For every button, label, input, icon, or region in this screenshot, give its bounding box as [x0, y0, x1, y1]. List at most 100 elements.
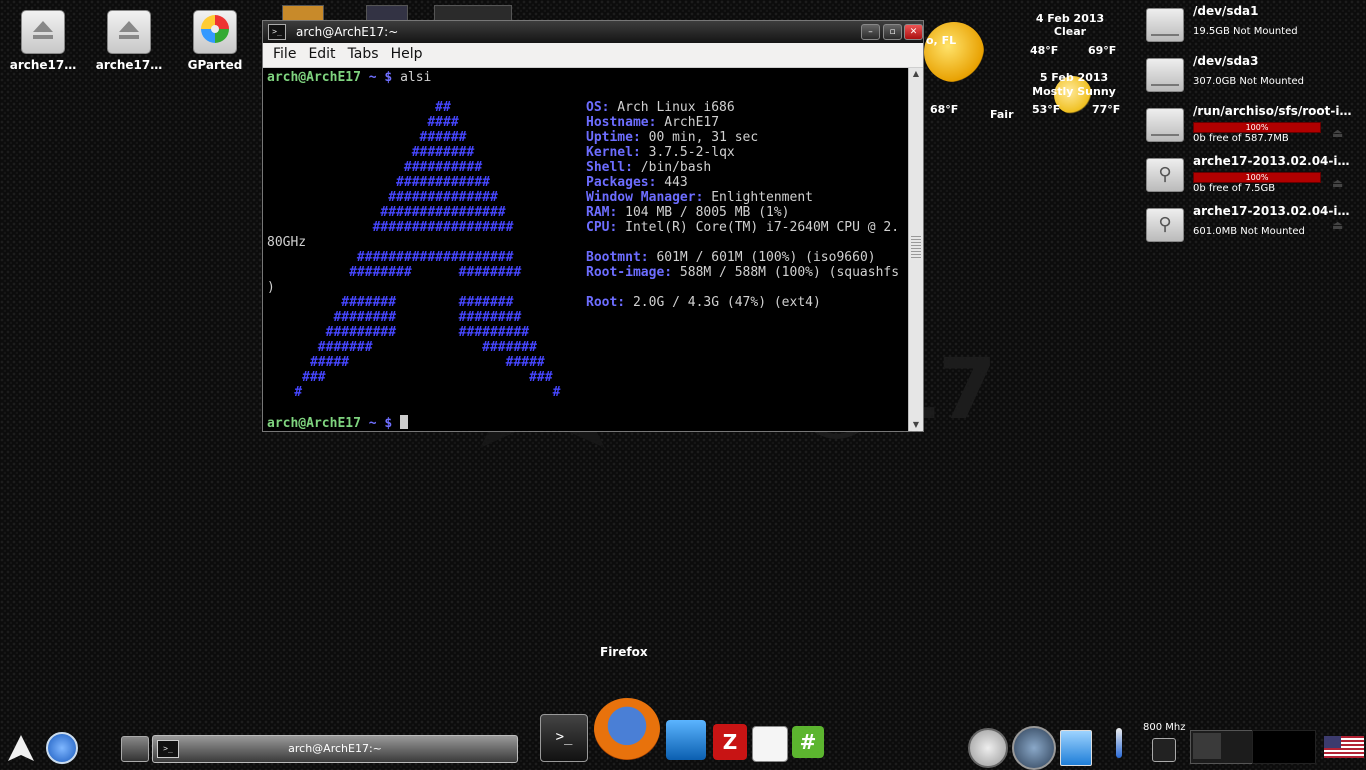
scroll-up-icon[interactable]: ▲	[909, 68, 923, 80]
weather-location: o, FL	[926, 34, 957, 47]
system-info-value: 104 MB / 8005 MB (1%)	[617, 205, 790, 220]
window-titlebar[interactable]: >_ arch@ArchE17:~ – ▫ ✕	[263, 21, 923, 43]
show-desktop-button[interactable]	[121, 736, 149, 762]
menu-file[interactable]: File	[263, 43, 302, 62]
enlightenment-icon[interactable]	[46, 732, 78, 764]
forecast-date: 4 Feb 2013	[1035, 12, 1105, 25]
system-info-value: 601M / 601M (100%) (iso9660)	[648, 250, 876, 265]
desktop-icon-arche17-2[interactable]: arche17…	[90, 10, 168, 72]
system-info-key: CPU:	[586, 220, 618, 235]
usb-icon: ⚲	[1146, 208, 1184, 242]
system-info-key: Root-image:	[586, 265, 673, 280]
system-info-line: Window Manager: Enlightenment	[586, 190, 813, 205]
system-info-value: Arch Linux i686	[609, 100, 735, 115]
command-line: arch@ArchE17 ~ $ alsi	[267, 70, 432, 85]
terminal-output[interactable]: arch@ArchE17 ~ $ alsi ## #### ###### ###…	[263, 68, 908, 431]
system-info-line: Bootmnt: 601M / 601M (100%) (iso9660)	[586, 250, 876, 265]
ascii-art-line: # #	[263, 385, 561, 400]
menu-help[interactable]: Help	[385, 43, 429, 62]
desktop-icon-gparted[interactable]: GParted	[176, 10, 254, 72]
device-info: 0b free of 587.7MB	[1193, 133, 1289, 144]
device-item[interactable]: /run/archiso/sfs/root-i… 100% 0b free of…	[1146, 104, 1356, 150]
device-name: arche17-2013.02.04-i…	[1193, 154, 1350, 168]
prompt-line[interactable]: arch@ArchE17 ~ $	[267, 415, 409, 431]
system-info-line: Hostname: ArchE17	[586, 115, 719, 130]
device-item[interactable]: ⚲ arche17-2013.02.04-i… 100% 0b free of …	[1146, 154, 1356, 200]
system-info-key: Kernel:	[586, 145, 641, 160]
scroll-down-icon[interactable]: ▼	[909, 419, 923, 431]
system-info-value: 443	[656, 175, 688, 190]
desktop-icon-label: arche17…	[95, 58, 163, 72]
usb-icon: ⚲	[1146, 158, 1184, 192]
wireshark-icon[interactable]	[666, 720, 706, 760]
desktop-icon-label: GParted	[187, 58, 243, 72]
scrollbar[interactable]: ▲ ▼	[908, 68, 923, 431]
menu-edit[interactable]: Edit	[302, 43, 341, 62]
filezilla-icon[interactable]: Z	[713, 724, 747, 760]
system-info-value: 00 min, 31 sec	[640, 130, 759, 145]
taskbar-item[interactable]: >_ arch@ArchE17:~	[152, 735, 518, 763]
device-item[interactable]: ⚲ arche17-2013.02.04-i… 601.0MB Not Moun…	[1146, 204, 1356, 250]
us-flag-icon[interactable]	[1324, 736, 1364, 758]
system-info-key: RAM:	[586, 205, 618, 220]
system-info-value: ArchE17	[656, 115, 720, 130]
pager-desktop-active[interactable]	[1193, 733, 1221, 759]
close-button[interactable]: ✕	[904, 24, 923, 40]
thermometer-icon[interactable]	[1116, 728, 1122, 758]
terminal-icon: >_	[268, 24, 286, 40]
ascii-art-line: ##### #####	[263, 355, 545, 370]
eject-icon[interactable]: ⏏	[1332, 218, 1343, 232]
gparted-icon	[193, 10, 237, 54]
forecast-cond: Mostly Sunny	[1032, 85, 1116, 98]
ascii-art-line: ##################	[263, 220, 514, 235]
firefox-icon[interactable]	[594, 698, 660, 760]
pager[interactable]	[1190, 730, 1254, 764]
hashtag-icon[interactable]: #	[792, 726, 824, 758]
terminal-window[interactable]: >_ arch@ArchE17:~ – ▫ ✕ File Edit Tabs Help…	[262, 20, 924, 432]
minimize-button[interactable]: –	[861, 24, 880, 40]
ascii-art-line: ################	[263, 205, 506, 220]
device-name: /dev/sda1	[1193, 4, 1259, 18]
clock-icon[interactable]	[968, 728, 1008, 768]
system-info-line: Uptime: 00 min, 31 sec	[586, 130, 758, 145]
system-info-value: Intel(R) Core(TM) i7-2640M CPU @ 2.	[617, 220, 900, 235]
desktop-icon-arche17-1[interactable]: arche17…	[4, 10, 82, 72]
text-cursor	[400, 415, 409, 429]
system-info-key: Shell:	[586, 160, 633, 175]
device-item[interactable]: /dev/sda3 307.0GB Not Mounted	[1146, 54, 1356, 100]
scroll-grip[interactable]	[911, 236, 921, 260]
device-info: 0b free of 7.5GB	[1193, 183, 1276, 194]
system-info-value: 3.7.5-2-lqx	[640, 145, 735, 160]
mixer-icon[interactable]	[1012, 726, 1056, 770]
device-name: /run/archiso/sfs/root-i…	[1193, 104, 1352, 118]
battery-icon[interactable]	[1060, 730, 1092, 766]
eject-icon	[107, 10, 151, 54]
wrapped-text: )	[267, 280, 275, 295]
system-info-value: 588M / 588M (100%) (squashfs	[672, 265, 900, 280]
system-info-key: Hostname:	[586, 115, 657, 130]
hard-drive-icon	[1146, 8, 1184, 42]
eject-icon	[21, 10, 65, 54]
weather-current-cond: Fair	[990, 108, 1014, 121]
hard-drive-icon	[1146, 58, 1184, 92]
ascii-art-line: ######### #########	[263, 325, 530, 340]
eject-icon[interactable]: ⏏	[1332, 126, 1343, 140]
system-info-value: 2.0G / 4.3G (47%) (ext4)	[625, 295, 821, 310]
ascii-art-line: ########	[263, 145, 475, 160]
eject-icon[interactable]: ⏏	[1332, 176, 1343, 190]
text-editor-icon[interactable]	[752, 726, 788, 762]
terminal-icon[interactable]: >_	[540, 714, 588, 762]
maximize-button[interactable]: ▫	[883, 24, 902, 40]
pager-desktop[interactable]	[1252, 730, 1316, 764]
menu-tabs[interactable]: Tabs	[342, 43, 385, 62]
arch-menu-icon[interactable]	[6, 733, 36, 763]
cpu-icon[interactable]	[1152, 738, 1176, 762]
device-item[interactable]: /dev/sda1 19.5GB Not Mounted	[1146, 4, 1356, 50]
system-info-key: Bootmnt:	[586, 250, 649, 265]
device-info: 19.5GB Not Mounted	[1193, 26, 1298, 37]
cpufreq-label: 800 Mhz	[1143, 722, 1186, 733]
usage-bar: 100%	[1193, 172, 1321, 183]
system-info-key: Window Manager:	[586, 190, 704, 205]
command-text: alsi	[400, 70, 432, 85]
taskbar-item-label: arch@ArchE17:~	[288, 742, 382, 755]
